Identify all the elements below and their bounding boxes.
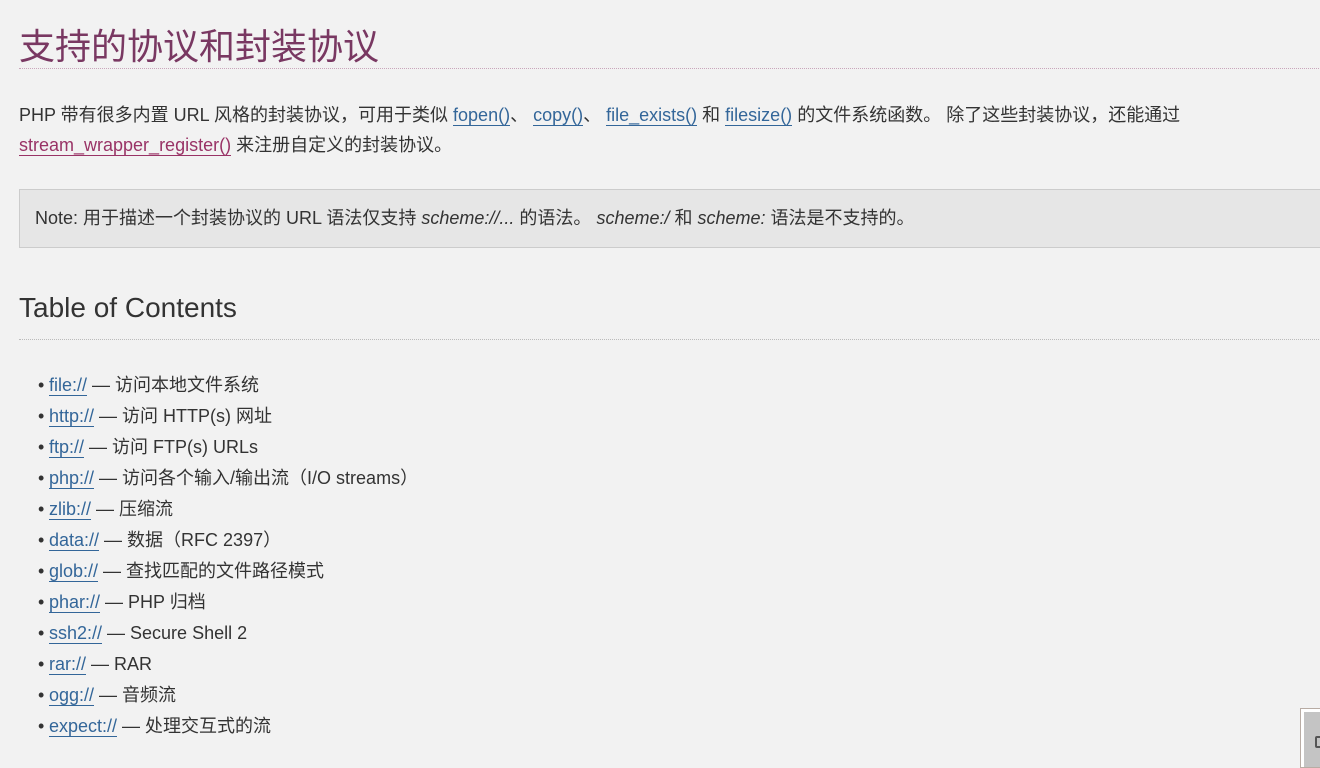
- toc-link[interactable]: ftp://: [49, 437, 85, 458]
- toc-link[interactable]: rar://: [49, 654, 87, 675]
- sep: 和: [697, 105, 726, 125]
- note-em: scheme:: [697, 208, 766, 228]
- toc-link[interactable]: ogg://: [49, 685, 95, 706]
- note-text: 用于描述一个封装协议的 URL 语法仅支持: [78, 208, 422, 228]
- toc-list: • file:// — 访问本地文件系统 • http:// — 访问 HTTP(s…: [19, 370, 418, 742]
- toc-heading: Table of Contents: [19, 292, 237, 323]
- toc-item: • expect:// — 处理交互式的流: [38, 716, 272, 737]
- toc-item: • php:// — 访问各个输入/输出流（I/O streams）: [38, 468, 419, 489]
- toc-item: • glob:// — 查找匹配的文件路径模式: [38, 561, 325, 582]
- toc-item: • ftp:// — 访问 FTP(s) URLs: [38, 437, 259, 458]
- title-divider: [19, 68, 1320, 69]
- fopen-link[interactable]: fopen(): [453, 105, 511, 126]
- toc-link[interactable]: glob://: [49, 561, 99, 582]
- toc-item: • http:// — 访问 HTTP(s) 网址: [38, 406, 273, 427]
- toc-item: • zlib:// — 压缩流: [38, 499, 174, 520]
- toc-item: • data:// — 数据（RFC 2397）: [38, 530, 282, 551]
- copy-link[interactable]: copy(): [533, 105, 584, 126]
- toc-desc: — 音频流: [94, 685, 177, 705]
- file-exists-link[interactable]: file_exists(): [606, 105, 698, 126]
- toc-desc: — 处理交互式的流: [117, 716, 272, 736]
- toc-desc: — 访问本地文件系统: [87, 375, 260, 395]
- toc-item: • phar:// — PHP 归档: [38, 592, 206, 613]
- toc-item: • ogg:// — 音频流: [38, 685, 177, 706]
- toc-desc: — Secure Shell 2: [102, 623, 248, 643]
- intro-text: 来注册自定义的封装协议。: [231, 135, 453, 155]
- toc-desc: — 查找匹配的文件路径模式: [98, 561, 325, 581]
- toc-item: • file:// — 访问本地文件系统: [38, 375, 260, 396]
- toc-item: • rar:// — RAR: [38, 654, 153, 675]
- note-text: 语法是不支持的。: [765, 208, 915, 228]
- page-title: 支持的协议和封装协议: [19, 26, 380, 67]
- floating-widget-button[interactable]: [1300, 708, 1320, 768]
- toc-divider: [19, 339, 1320, 340]
- toc-desc: — 压缩流: [91, 499, 174, 519]
- toc-link[interactable]: zlib://: [49, 499, 92, 520]
- note-box: Note: 用于描述一个封装协议的 URL 语法仅支持 scheme://...…: [19, 189, 1320, 248]
- toc-link[interactable]: data://: [49, 530, 100, 551]
- stream-wrapper-register-link[interactable]: stream_wrapper_register(): [19, 135, 232, 156]
- note-text: 和: [669, 208, 698, 228]
- sep: 、: [510, 105, 534, 125]
- intro-text: PHP 带有很多内置 URL 风格的封装协议，可用于类似: [19, 105, 454, 125]
- toc-desc: — 访问各个输入/输出流（I/O streams）: [94, 468, 419, 488]
- note-em: scheme:/: [596, 208, 670, 228]
- intro-paragraph: PHP 带有很多内置 URL 风格的封装协议，可用于类似 fopen()、 co…: [19, 100, 1319, 160]
- note-text: 的语法。: [514, 208, 597, 228]
- note-label: Note:: [35, 208, 79, 228]
- filesize-link[interactable]: filesize(): [725, 105, 793, 126]
- toc-link[interactable]: file://: [49, 375, 88, 396]
- toc-desc: — 访问 HTTP(s) 网址: [94, 406, 273, 426]
- toc-desc: — 访问 FTP(s) URLs: [84, 437, 259, 457]
- toc-link[interactable]: phar://: [49, 592, 101, 613]
- note-em: scheme://...: [421, 208, 515, 228]
- toc-item: • ssh2:// — Secure Shell 2: [38, 623, 248, 644]
- toc-link[interactable]: http://: [49, 406, 95, 427]
- toc-link[interactable]: php://: [49, 468, 95, 489]
- sep: 、: [583, 105, 607, 125]
- window-icon: [1315, 736, 1320, 748]
- toc-link[interactable]: expect://: [49, 716, 118, 737]
- intro-text: 的文件系统函数。 除了这些封装协议，还能通过: [792, 105, 1181, 125]
- toc-link[interactable]: ssh2://: [49, 623, 103, 644]
- toc-desc: — 数据（RFC 2397）: [99, 530, 282, 550]
- toc-desc: — RAR: [86, 654, 153, 674]
- toc-desc: — PHP 归档: [100, 592, 206, 612]
